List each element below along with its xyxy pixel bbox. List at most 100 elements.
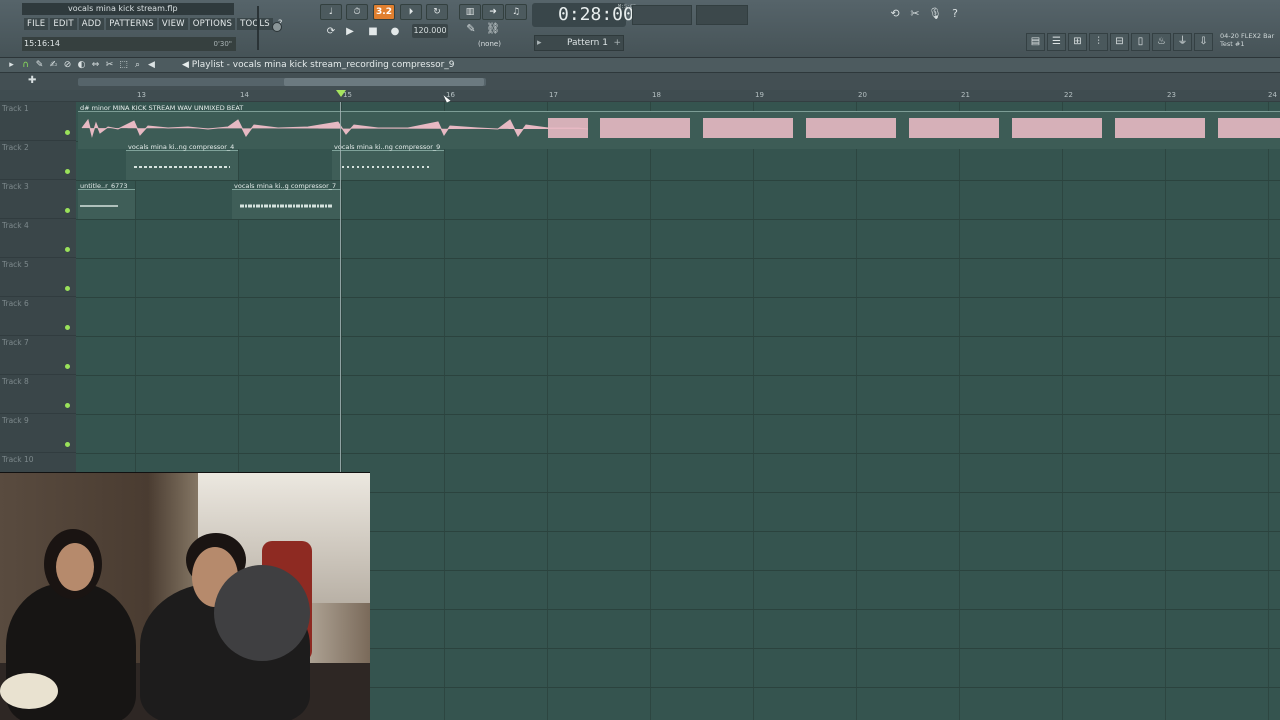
download-icon[interactable]: ⇩ (1194, 33, 1213, 51)
playlist-menu-icon[interactable]: ▸ (6, 59, 17, 72)
add-pattern-icon[interactable]: + (613, 36, 621, 50)
grid-line (444, 102, 445, 720)
playlist-tools: ▸ ∩ ✎ ✍ ⊘ ◐ ⇔ ✂ ⬚ ⌕ ◀ (6, 59, 157, 72)
delete-icon[interactable]: ⊘ (62, 59, 73, 72)
track-mute-led[interactable] (65, 325, 70, 330)
track-mute-led[interactable] (65, 286, 70, 291)
clip-label: vocals mina ki..ng compressor_9 (334, 143, 441, 151)
refresh-icon[interactable]: ⟲ (886, 5, 904, 23)
master-volume-slider[interactable] (257, 6, 265, 50)
microphone-icon[interactable]: 🎙 (926, 5, 944, 23)
track-mute-led[interactable] (65, 169, 70, 174)
record-button[interactable]: ● (386, 24, 404, 40)
plug-icon[interactable]: ⏚ (1173, 33, 1192, 51)
track-name: Track 2 (2, 143, 29, 152)
audio-clip-vocals-9[interactable]: vocals mina ki..ng compressor_9 (332, 143, 444, 180)
grid-line (959, 102, 960, 720)
song-time-display[interactable]: 0:28:00 M:S:CS (532, 3, 636, 27)
menu-view[interactable]: VIEW (158, 18, 188, 30)
grid-row-line (76, 414, 1280, 415)
track-name: Track 10 (2, 455, 34, 464)
flex-preset-line2: Test #1 (1220, 40, 1245, 48)
snap-selector[interactable]: (none) (478, 40, 501, 48)
track-mute-led[interactable] (65, 364, 70, 369)
track-header[interactable]: Track 6 (0, 297, 76, 336)
grid-line (753, 102, 754, 720)
add-track-icon[interactable]: ✚ (28, 75, 36, 86)
wait-record-icon[interactable]: ⏱ (346, 4, 368, 20)
piano-icon[interactable]: ▥ (459, 4, 481, 20)
song-position-marker[interactable] (336, 90, 346, 97)
track-mute-led[interactable] (65, 208, 70, 213)
step-edit-icon[interactable]: ⏵ (400, 4, 422, 20)
metronome-icon[interactable]: ♩ (320, 4, 342, 20)
grid-line (1268, 102, 1269, 720)
timeline-ruler[interactable]: 13 14 15 16 17 18 19 20 21 22 23 24 (0, 90, 1280, 102)
slip-icon[interactable]: ⇔ (90, 59, 101, 72)
pattern-selector[interactable]: ▸ Pattern 1 + (534, 35, 624, 51)
master-pitch-knob[interactable] (272, 22, 282, 32)
pattern-name: Pattern 1 (567, 38, 608, 48)
help-icon[interactable]: ? (946, 5, 964, 23)
select-icon[interactable]: ⬚ (118, 59, 129, 72)
playlist-window-icon[interactable]: ▤ (1026, 33, 1045, 51)
loop-record-icon[interactable]: ↻ (426, 4, 448, 20)
menu-patterns[interactable]: PATTERNS (106, 18, 157, 30)
menu-edit[interactable]: EDIT (50, 18, 77, 30)
slice-icon[interactable]: ✂ (104, 59, 115, 72)
horizontal-scrollbar[interactable] (78, 78, 486, 86)
audio-clip-vocals-7[interactable]: vocals mina ki..g compressor_7 (232, 182, 341, 219)
audio-clip-untitled[interactable]: untitle..r_6773 (78, 182, 135, 219)
browser-icon[interactable]: ▯ (1131, 33, 1150, 51)
track-mute-led[interactable] (65, 247, 70, 252)
audio-clip-vocals-4[interactable]: vocals mina ki..ng compressor_4 (126, 143, 238, 180)
scrollbar-thumb[interactable] (284, 78, 484, 86)
track-header[interactable]: Track 4 (0, 219, 76, 258)
audio-clip-beat[interactable]: d# minor MINA KICK STREAM WAV UNMIXED BE… (78, 104, 1280, 149)
plugin-icon[interactable]: ⊟ (1110, 33, 1129, 51)
webcam-microphone (214, 565, 310, 661)
brush-icon[interactable]: ✎ (462, 20, 480, 38)
track-mute-led[interactable] (65, 403, 70, 408)
menu-options[interactable]: OPTIONS (189, 18, 236, 30)
playback-icon[interactable]: ◀ (146, 59, 157, 72)
menu-add[interactable]: ADD (78, 18, 105, 30)
menu-file[interactable]: FILE (24, 18, 49, 30)
link-icon[interactable]: ⛓ (484, 20, 502, 38)
stop-button[interactable]: ■ (364, 24, 382, 40)
bell-icon[interactable]: ♫ (505, 4, 527, 20)
grid-row-line (76, 453, 1280, 454)
touch-icon[interactable]: ♨ (1152, 33, 1171, 51)
tempo-field[interactable]: 120.000 (412, 24, 448, 38)
waveform (134, 166, 230, 168)
track-header[interactable]: Track 8 (0, 375, 76, 414)
track-header[interactable]: Track 1 (0, 102, 76, 141)
track-header[interactable]: Track 5 (0, 258, 76, 297)
webcam-face-left (56, 543, 94, 591)
play-button[interactable]: ▶ (341, 24, 359, 40)
tools-icon[interactable]: ✂ (906, 5, 924, 23)
ruler-label: 17 (549, 91, 558, 99)
paint-icon[interactable]: ✍ (48, 59, 59, 72)
track-header[interactable]: Track 7 (0, 336, 76, 375)
track-header[interactable]: Track 9 (0, 414, 76, 453)
mute-icon[interactable]: ◐ (76, 59, 87, 72)
loop-toggle-icon[interactable]: ⟳ (322, 24, 340, 40)
grid-row-line (76, 336, 1280, 337)
playlist-title-arrow-icon: ◀ (182, 60, 192, 70)
arrow-right-icon[interactable]: ➜ (482, 4, 504, 20)
magnet-icon[interactable]: ∩ (20, 59, 31, 72)
track-header[interactable]: Track 2 (0, 141, 76, 180)
track-header[interactable]: Track 3 (0, 180, 76, 219)
channel-rack-icon[interactable]: ☰ (1047, 33, 1066, 51)
pencil-icon[interactable]: ✎ (34, 59, 45, 72)
grid-line (856, 102, 857, 720)
menu-tools[interactable]: TOOLS (237, 18, 273, 30)
zoom-icon[interactable]: ⌕ (132, 59, 143, 72)
track-mute-led[interactable] (65, 442, 70, 447)
mixer-icon[interactable]: ⫶ (1089, 33, 1108, 51)
record-mode-button[interactable]: 3.2 (373, 4, 395, 20)
track-mute-led[interactable] (65, 130, 70, 135)
piano-roll-icon[interactable]: ⊞ (1068, 33, 1087, 51)
memory-meter (696, 5, 748, 25)
